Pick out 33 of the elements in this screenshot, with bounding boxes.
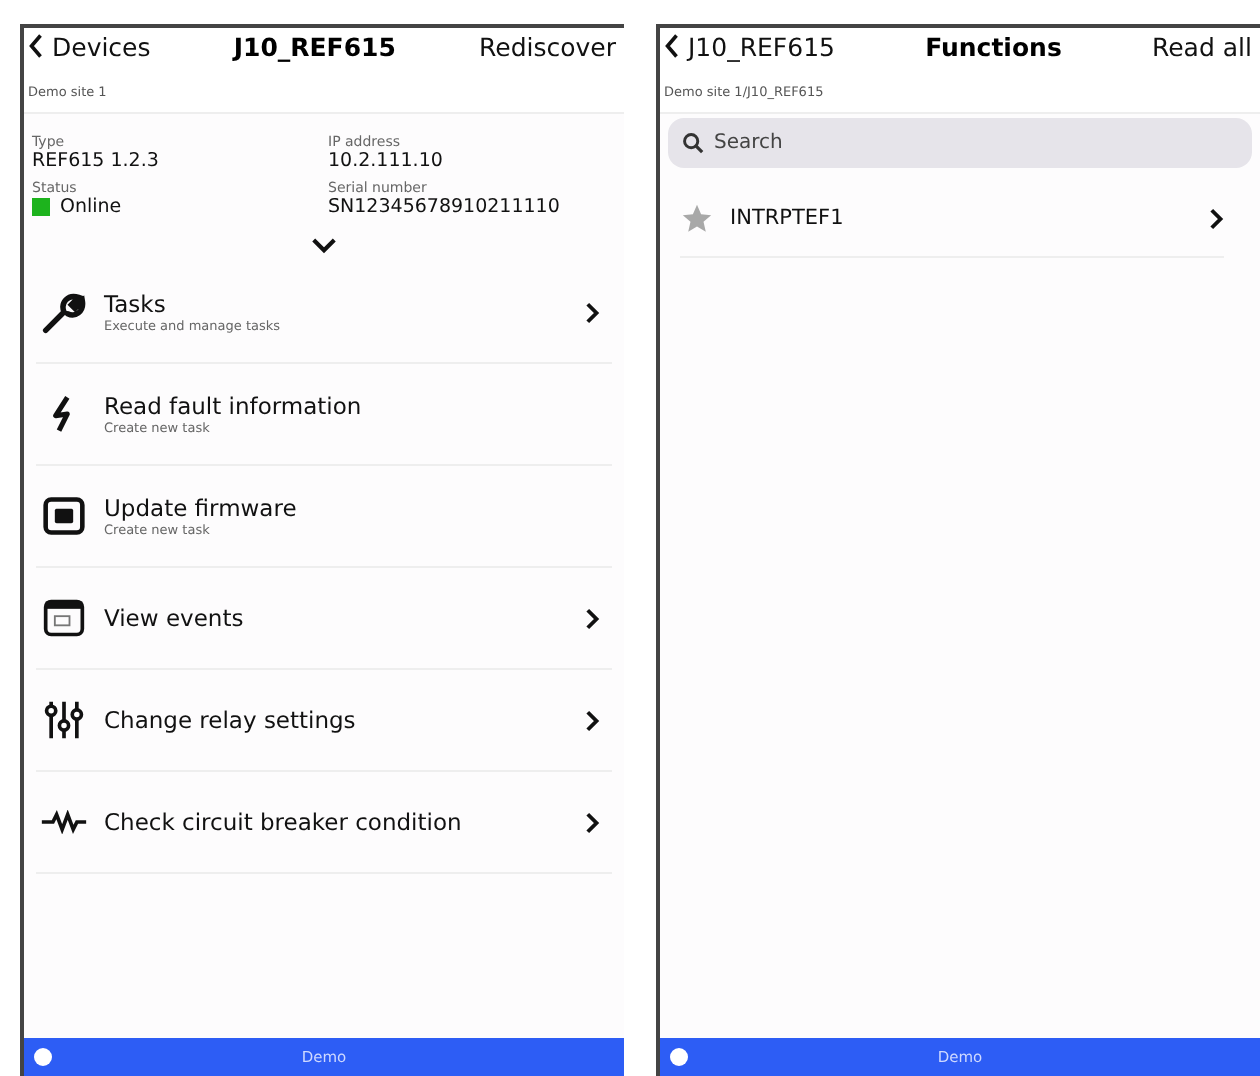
menu-item-title: Check circuit breaker condition	[104, 808, 464, 836]
menu-item-title: Read fault information	[104, 392, 364, 420]
menu-item-title: Change relay settings	[104, 706, 358, 734]
menu-item-title: Update firmware	[104, 494, 299, 522]
wrench-icon	[42, 290, 86, 334]
star-icon[interactable]	[680, 201, 714, 235]
chip-icon	[42, 494, 86, 538]
back-icon	[664, 34, 680, 58]
search-field[interactable]: Search	[668, 118, 1252, 168]
screen-title: J10_REF615	[233, 31, 396, 61]
sliders-icon	[42, 698, 86, 742]
read-all-button[interactable]: Read all	[1151, 31, 1252, 61]
expand-icon[interactable]	[312, 238, 336, 254]
field-value: Online	[60, 196, 122, 218]
search-icon	[682, 132, 704, 154]
function-name: INTRPTEF1	[730, 206, 846, 230]
chevron-right-icon	[1210, 207, 1224, 229]
field-value: REF615 1.2.3	[32, 150, 159, 172]
field-value: 10.2.111.10	[328, 150, 443, 172]
back-button[interactable]: Devices	[28, 31, 151, 61]
back-button[interactable]: J10_REF615	[664, 31, 835, 61]
calendar-icon	[42, 596, 86, 640]
menu-item[interactable]: Change relay settings	[36, 670, 612, 772]
rediscover-button[interactable]: Rediscover	[479, 31, 616, 61]
menu-item-title: Tasks	[104, 290, 168, 318]
menu-item[interactable]: View events	[36, 568, 612, 670]
function-item[interactable]: INTRPTEF1	[680, 180, 1224, 258]
waveform-icon	[40, 810, 88, 834]
back-icon	[28, 34, 44, 58]
field-value: SN12345678910211110	[328, 196, 560, 218]
menu-item-title: View events	[104, 604, 246, 632]
menu-item[interactable]: Check circuit breaker condition	[36, 772, 612, 874]
screen-title: Functions	[925, 31, 1062, 61]
